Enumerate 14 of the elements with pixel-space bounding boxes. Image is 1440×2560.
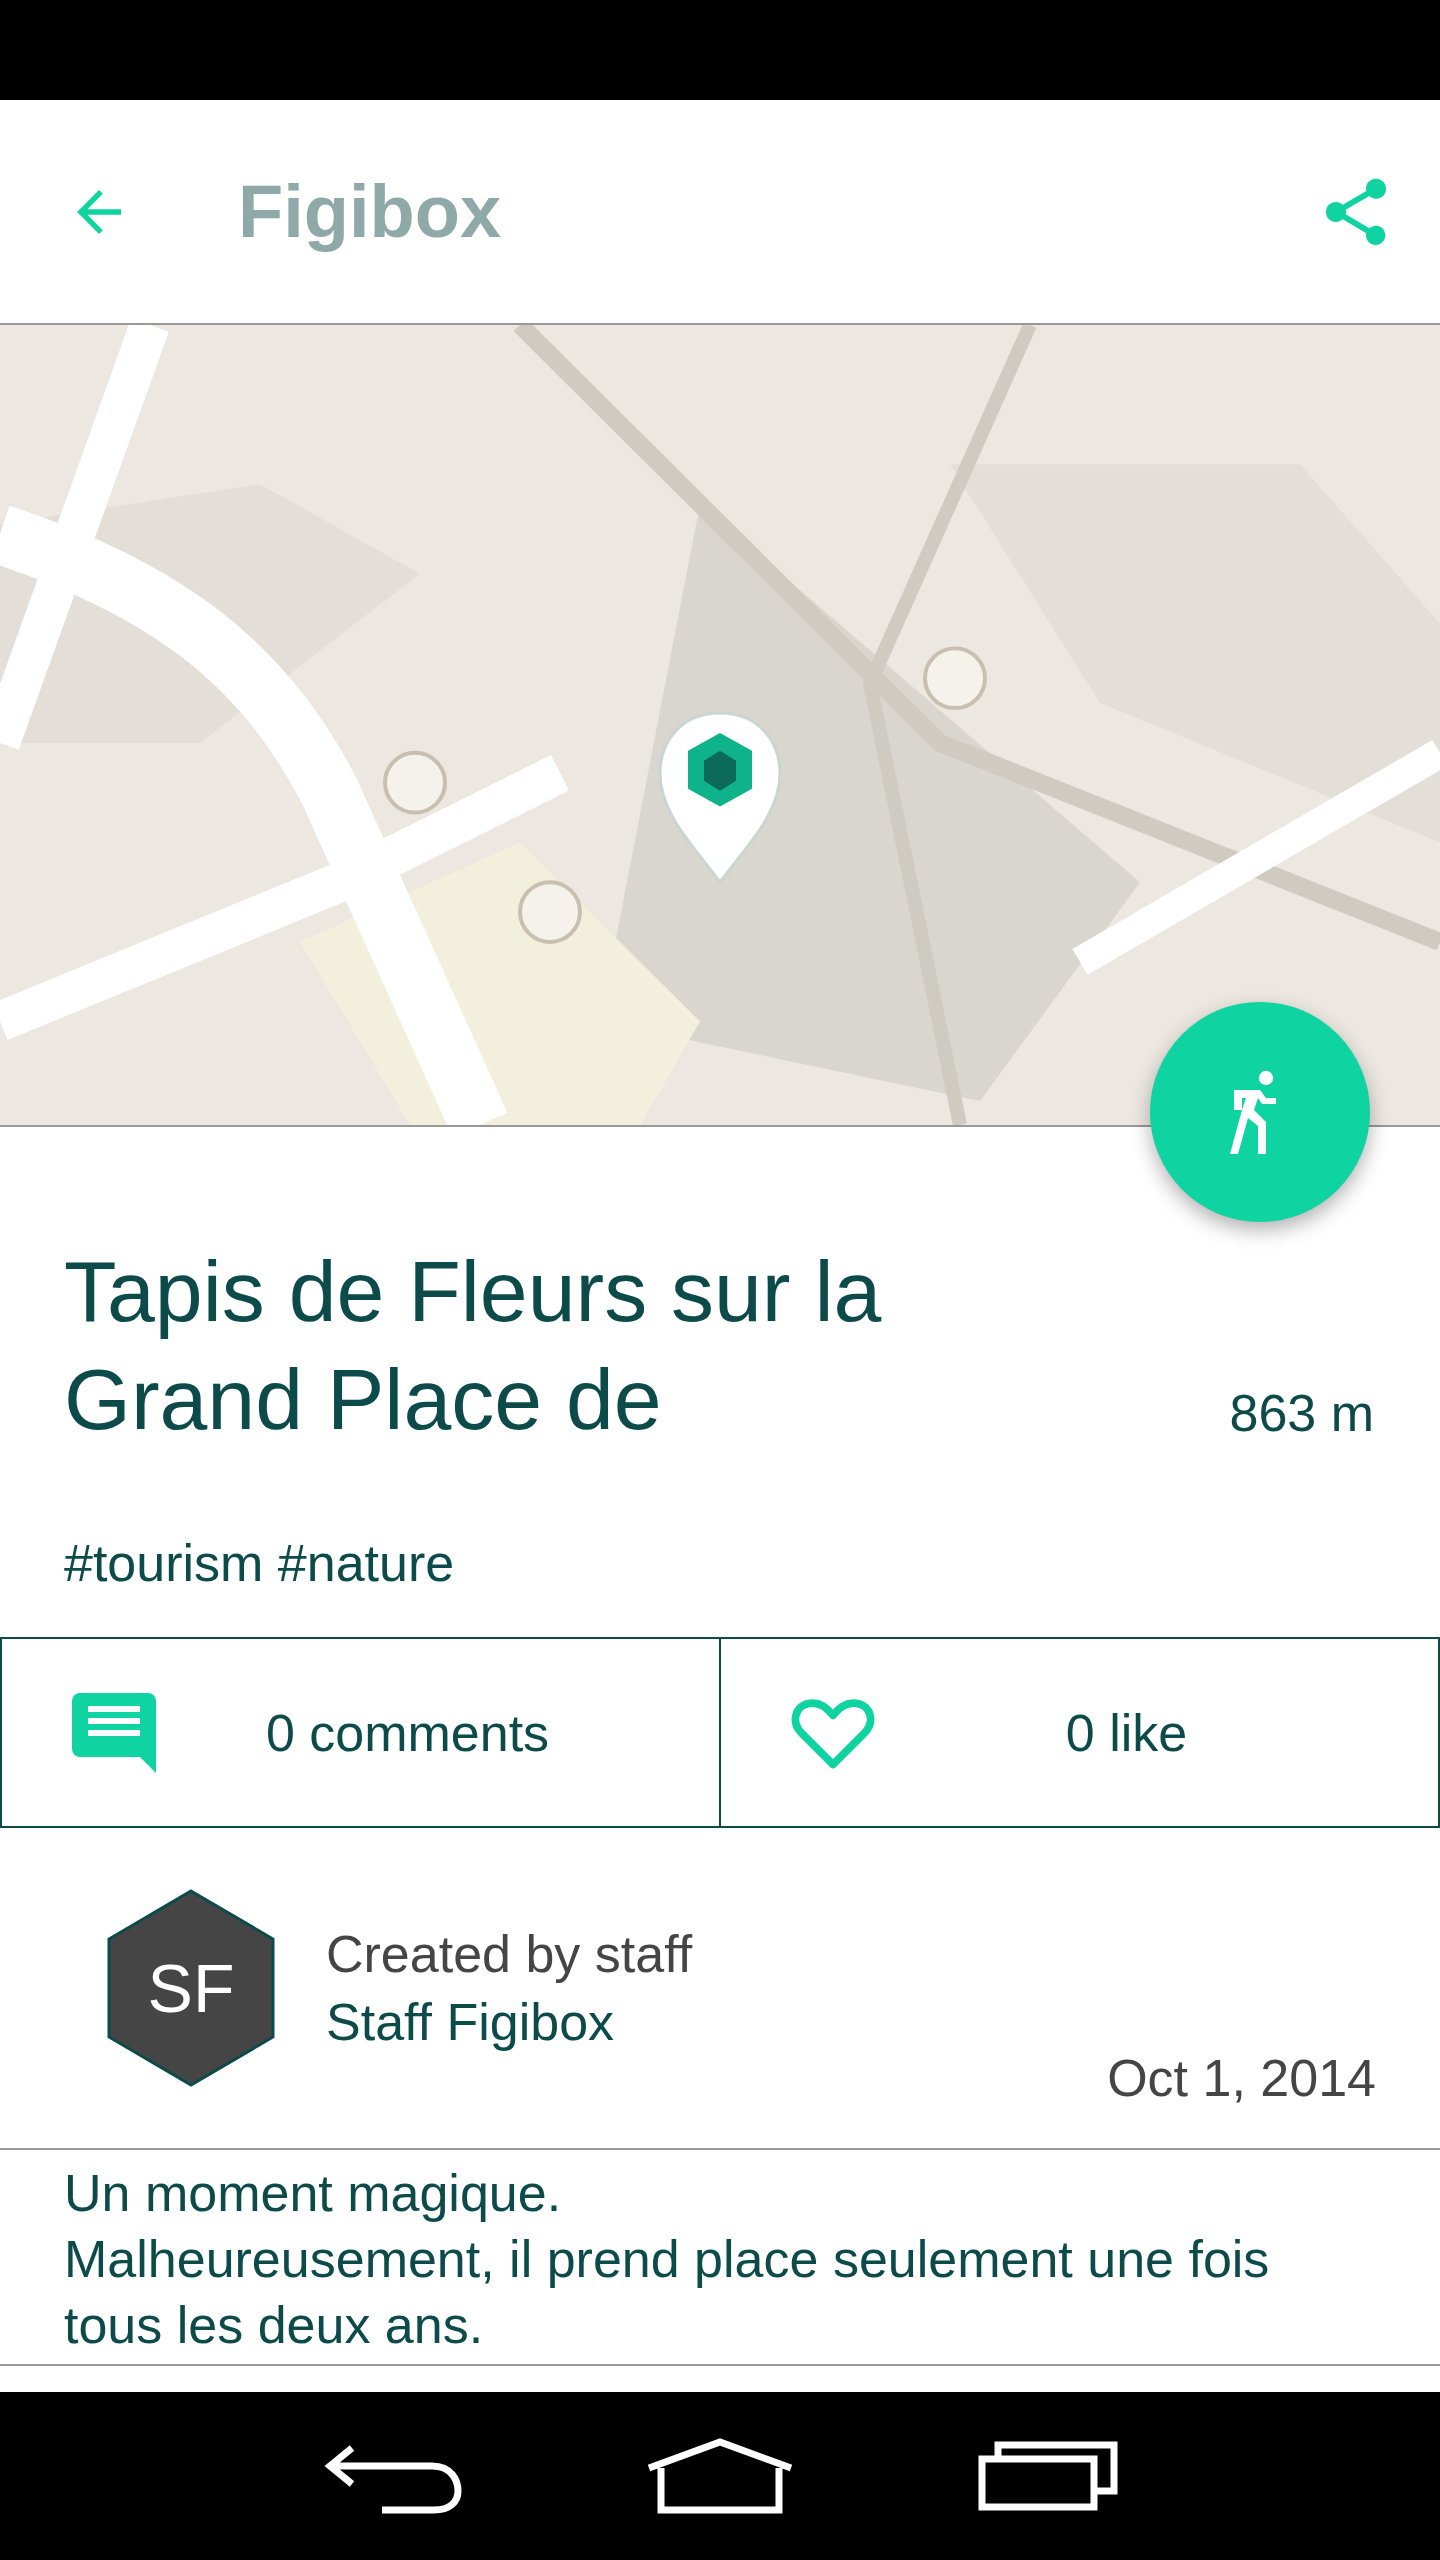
comment-icon — [72, 1692, 156, 1773]
author-name[interactable]: Staff Figibox — [326, 1992, 693, 2052]
distance-label: 863 m — [1229, 1383, 1374, 1444]
event-tags: #tourism #nature — [0, 1453, 1440, 1637]
event-date: Oct 1, 2014 — [1107, 2048, 1376, 2108]
event-title: Tapis de Fleurs sur la Grand Place de — [64, 1242, 883, 1449]
comments-button[interactable]: 0 comments — [0, 1637, 721, 1828]
home-icon[interactable] — [645, 2438, 795, 2514]
recent-apps-icon[interactable] — [978, 2441, 1119, 2511]
event-description: Un moment magique. Malheureusement, il prend place seulement une fois tous les deux ans. — [0, 2150, 1440, 2366]
like-button[interactable]: 0 like — [719, 1637, 1440, 1828]
avatar-initials: SF — [147, 1949, 235, 2027]
author-caption: Created by staff — [326, 1924, 693, 1984]
app-title: Figibox — [238, 169, 503, 254]
